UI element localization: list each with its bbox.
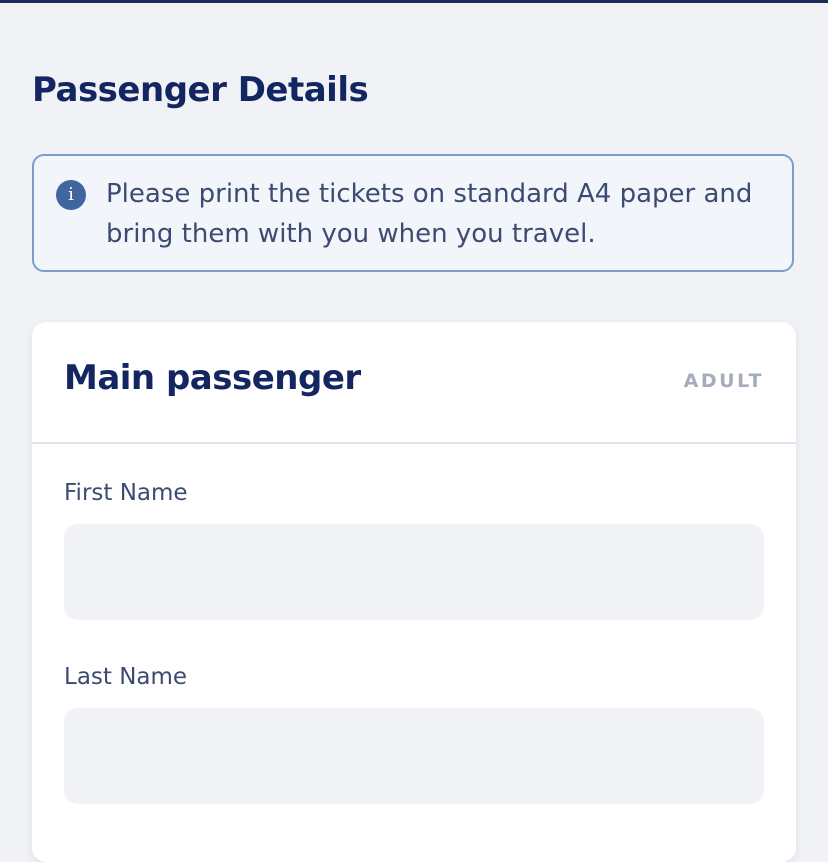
first-name-input[interactable]: [64, 524, 764, 620]
card-header: Main passenger ADULT: [32, 322, 796, 444]
last-name-label: Last Name: [64, 664, 188, 690]
last-name-input[interactable]: [64, 708, 764, 804]
first-name-label: First Name: [64, 480, 188, 506]
main-passenger-card: Main passenger ADULT First Name Last Nam…: [32, 322, 796, 862]
passenger-type-badge: ADULT: [683, 370, 764, 392]
card-title: Main passenger: [64, 358, 361, 398]
info-icon: i: [56, 180, 86, 210]
top-bar: [0, 0, 828, 3]
info-notice: i Please print the tickets on standard A…: [32, 154, 794, 272]
page-title: Passenger Details: [32, 70, 369, 110]
info-notice-text: Please print the tickets on standard A4 …: [106, 179, 753, 249]
